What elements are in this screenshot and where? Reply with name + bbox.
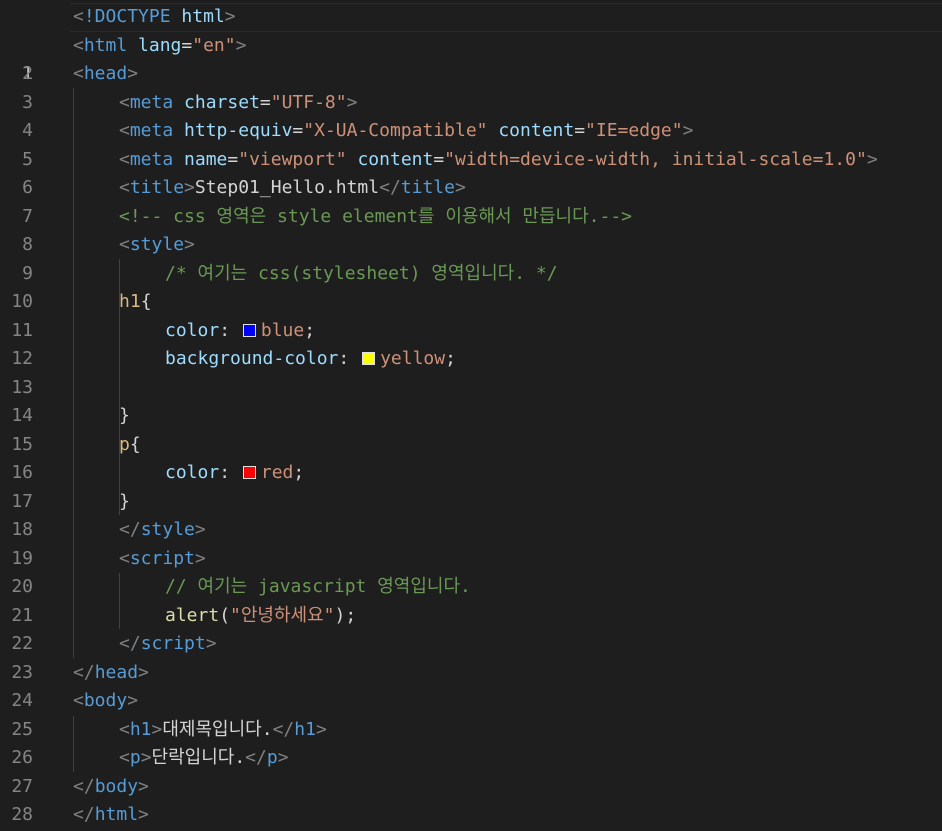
- code-line[interactable]: 2 <html lang="en">: [0, 32, 942, 85]
- line-content: <p>단락입니다.</p>: [119, 747, 289, 768]
- code-line[interactable]: 10 /* 여기는 css(stylesheet) 영역입니다. */: [0, 260, 942, 313]
- code-line[interactable]: 4 <meta charset="UTF-8">: [0, 89, 942, 142]
- line-content: // 여기는 javascript 영역입니다.: [165, 576, 471, 597]
- line-content: color: red;: [165, 462, 305, 483]
- line-content: <!DOCTYPE html>: [73, 6, 236, 27]
- code-line[interactable]: 25 <body>: [0, 687, 942, 740]
- code-line[interactable]: 14: [0, 374, 942, 426]
- code-line[interactable]: 22 alert("안녕하세요");: [0, 602, 942, 655]
- code-line[interactable]: 5 <meta http-equiv="X-UA-Compatible" con…: [0, 117, 942, 170]
- line-content: <!-- css 영역은 style element를 이용해서 만듭니다.--…: [119, 205, 632, 227]
- code-line[interactable]: 24 </head>: [0, 659, 942, 712]
- code-line[interactable]: 1 <!DOCTYPE html>: [0, 3, 942, 84]
- code-line[interactable]: 11 h1{: [0, 288, 942, 341]
- line-content: <style>: [119, 234, 195, 255]
- line-content: }: [119, 405, 130, 426]
- code-line[interactable]: 3 <head>: [0, 60, 942, 113]
- line-content: <html lang="en">: [73, 34, 247, 56]
- code-line[interactable]: 17 color: red;: [0, 459, 942, 512]
- line-content: /* 여기는 css(stylesheet) 영역입니다. */: [165, 262, 558, 284]
- code-line[interactable]: 20 <script>: [0, 545, 942, 598]
- line-content: </html>: [73, 804, 149, 825]
- code-line[interactable]: 26 <h1>대제목입니다.</h1>: [0, 716, 942, 769]
- color-swatch-yellow[interactable]: [362, 352, 376, 365]
- line-content: <meta http-equiv="X-UA-Compatible" conte…: [119, 120, 694, 141]
- code-editor[interactable]: 1 <!DOCTYPE html> 2 <html lang="en"> 3 <…: [0, 0, 942, 831]
- line-content: color: blue;: [165, 319, 316, 341]
- code-line[interactable]: 9 <style>: [0, 231, 942, 284]
- code-line[interactable]: 23 </script>: [0, 630, 942, 683]
- code-line[interactable]: 15 }: [0, 402, 942, 455]
- code-line[interactable]: 18 }: [0, 488, 942, 541]
- code-line[interactable]: 6 <meta name="viewport" content="width=d…: [0, 146, 942, 199]
- line-content: }: [119, 490, 130, 512]
- line-content: background-color: yellow;: [165, 348, 456, 369]
- line-content: </script>: [119, 633, 217, 654]
- code-line[interactable]: 16 p{: [0, 431, 942, 484]
- line-content: </head>: [73, 661, 149, 683]
- code-line[interactable]: 19 </style>: [0, 516, 942, 569]
- line-content: h1{: [119, 291, 152, 312]
- line-content: <meta name="viewport" content="width=dev…: [119, 148, 878, 170]
- line-content: </body>: [73, 775, 149, 797]
- line-content: p{: [119, 433, 141, 455]
- line-content: alert("안녕하세요");: [165, 604, 357, 626]
- code-line[interactable]: 7 <title>Step01_Hello.html</title>: [0, 174, 942, 227]
- line-content: <meta charset="UTF-8">: [119, 91, 358, 113]
- line-content: <h1>대제목입니다.</h1>: [119, 718, 327, 740]
- line-content: <head>: [73, 63, 139, 84]
- code-line[interactable]: 27 <p>단락입니다.</p>: [0, 744, 942, 797]
- code-line[interactable]: 13 background-color: yellow;: [0, 345, 942, 398]
- color-swatch-red[interactable]: [242, 466, 256, 479]
- line-content: <title>Step01_Hello.html</title>: [119, 177, 466, 198]
- code-line[interactable]: 21 // 여기는 javascript 영역입니다.: [0, 573, 942, 626]
- line-content: </style>: [119, 519, 206, 540]
- code-line[interactable]: 29 </html>: [0, 801, 942, 830]
- code-line[interactable]: 12 color: blue;: [0, 317, 942, 370]
- code-line[interactable]: 28 </body>: [0, 773, 942, 826]
- line-content: <script>: [119, 547, 206, 569]
- color-swatch-blue[interactable]: [242, 323, 256, 337]
- code-line[interactable]: 8 <!-- css 영역은 style element를 이용해서 만듭니다.…: [0, 203, 942, 256]
- line-content: <body>: [73, 690, 139, 711]
